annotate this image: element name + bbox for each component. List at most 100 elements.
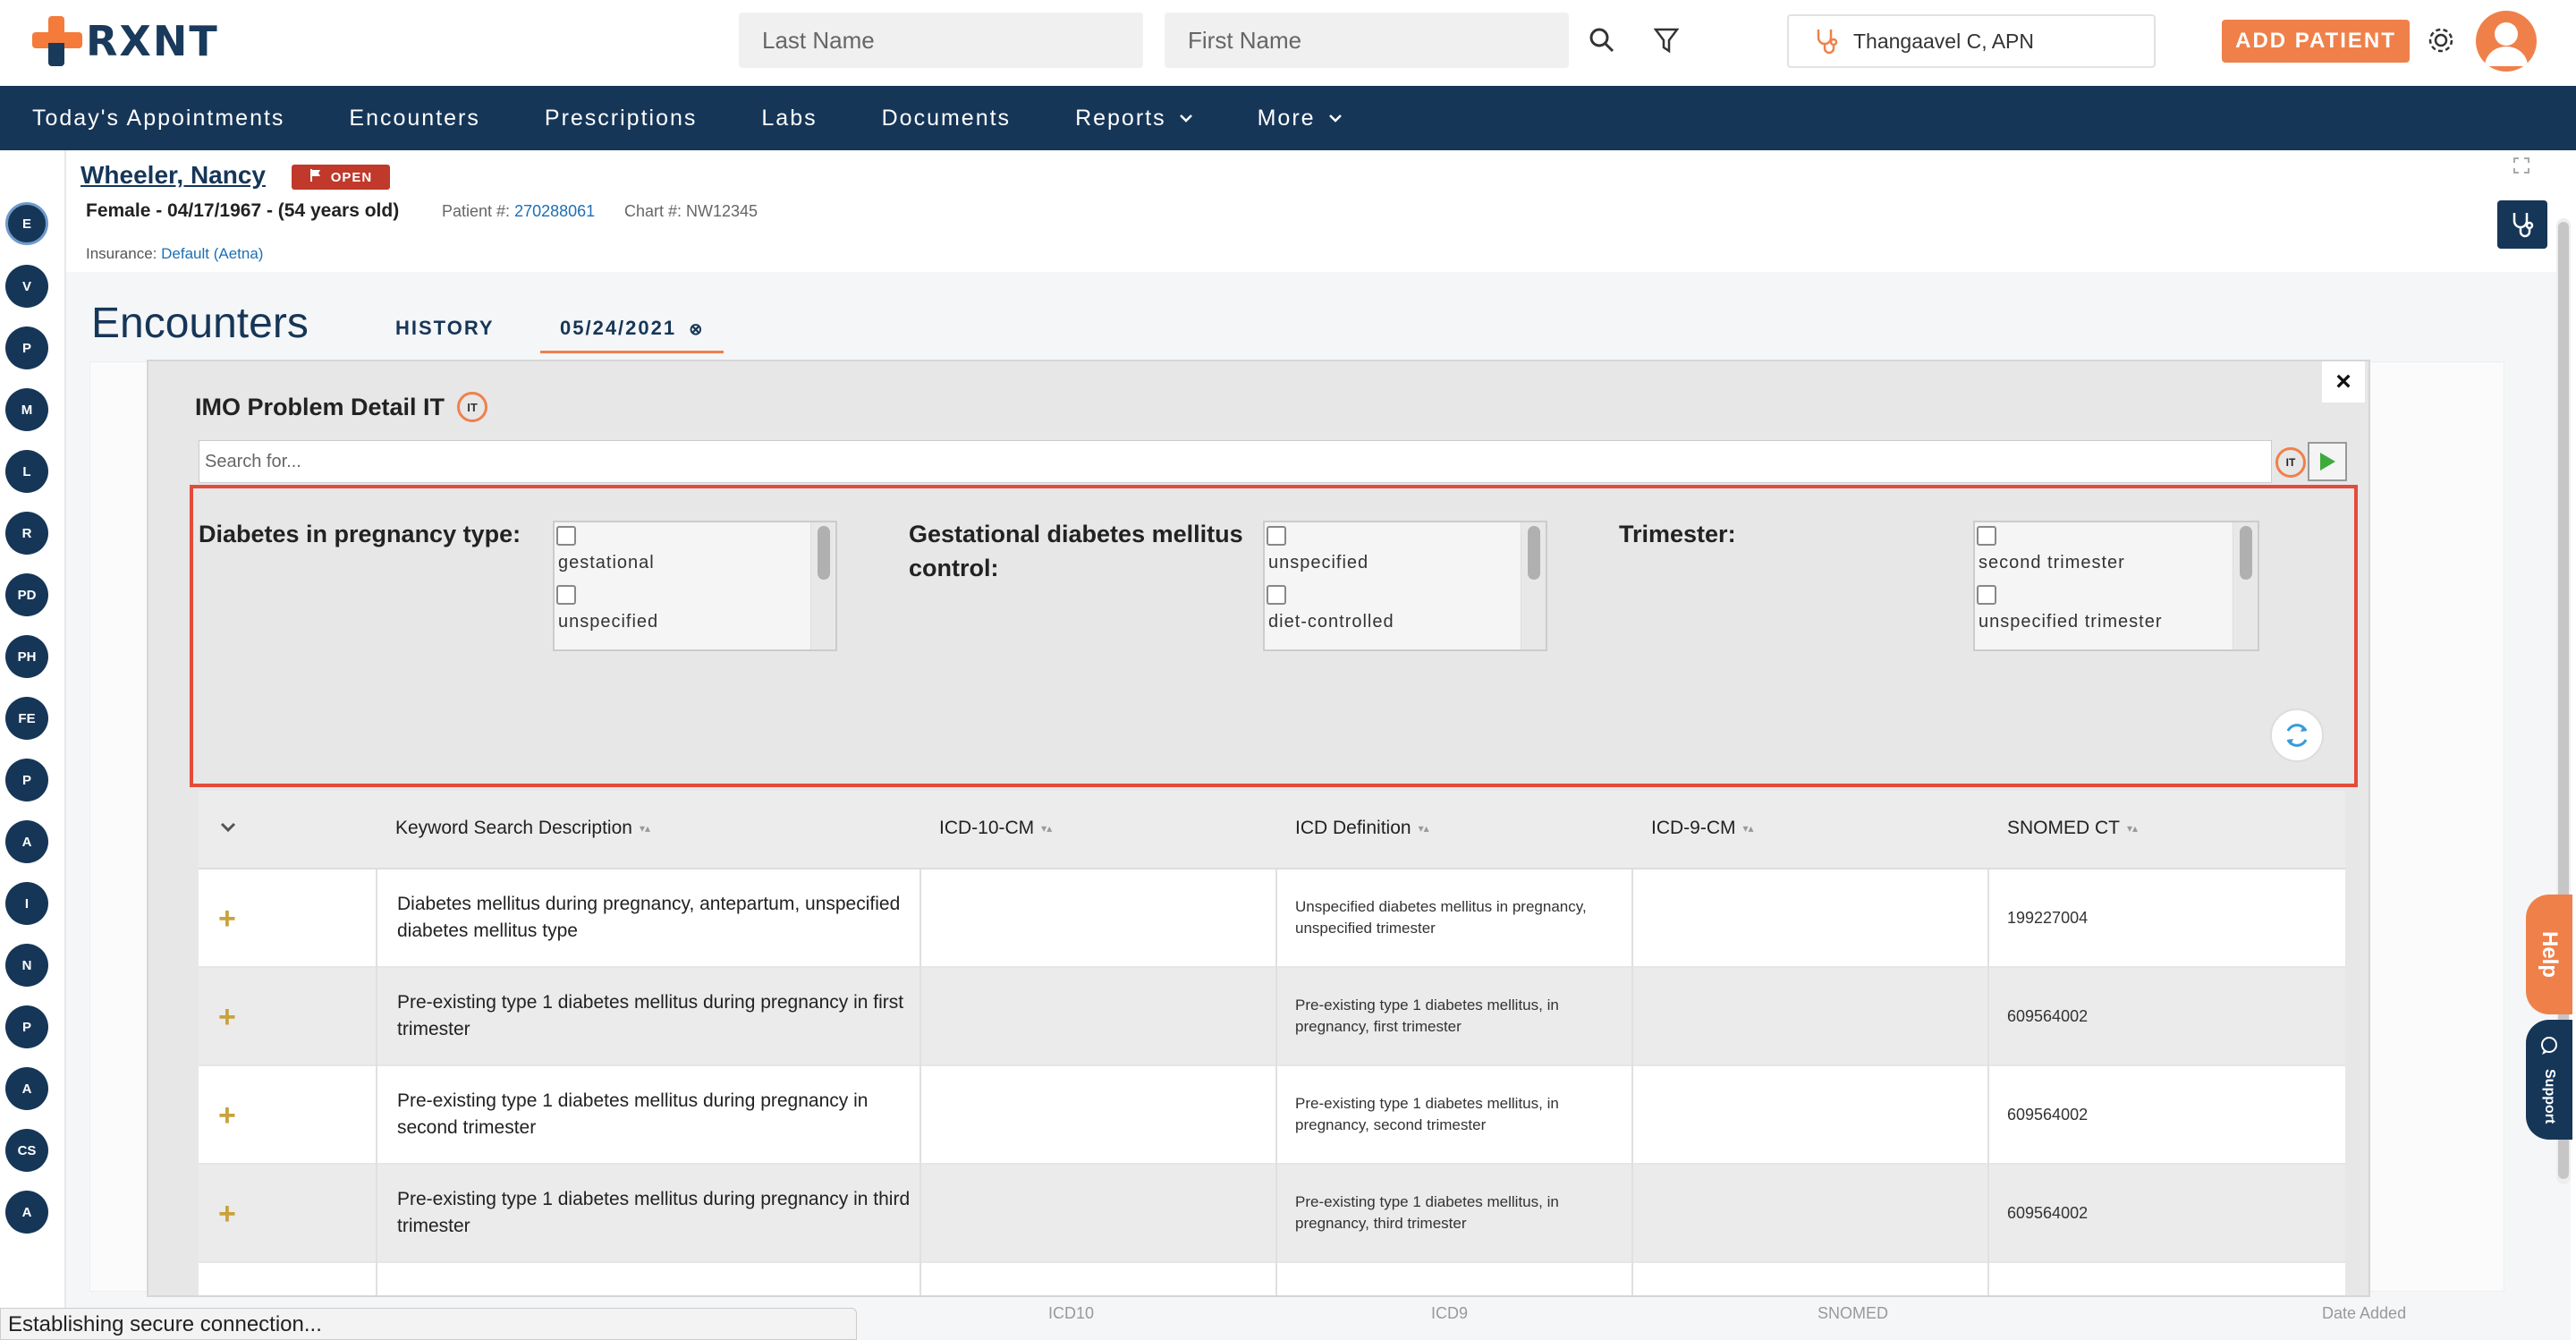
section-circle-label: R	[21, 525, 32, 541]
top-header: RXNT Thangaavel C, APN ADD PATIENT	[0, 0, 2576, 86]
section-circle[interactable]: R	[5, 512, 48, 555]
first-name-input[interactable]	[1165, 13, 1569, 68]
last-name-input[interactable]	[739, 13, 1143, 68]
column-header[interactable]: ICD Definition ▾▴	[1295, 818, 1429, 839]
add-icon[interactable]: +	[218, 1000, 236, 1035]
imo-results-table: Keyword Search Description ▾▴ ICD-10-CM ▾▴…	[199, 791, 2345, 1295]
sort-icon: ▾▴	[639, 822, 650, 835]
support-tab[interactable]: Support	[2526, 1020, 2572, 1140]
listbox-scrollbar[interactable]	[1521, 522, 1546, 649]
section-circle[interactable]: E	[5, 202, 48, 245]
option-checkbox[interactable]	[1977, 585, 1996, 605]
nav-reports[interactable]: Reports	[1075, 106, 1193, 131]
patient-demographics: Female - 04/17/1967 - (54 years old)	[86, 200, 400, 221]
stethoscope-icon	[2512, 213, 2534, 238]
section-circle[interactable]: P	[5, 759, 48, 801]
help-tab[interactable]: Help	[2526, 895, 2572, 1014]
nav-more[interactable]: More	[1258, 106, 1343, 131]
option-checkbox[interactable]	[556, 526, 576, 546]
section-circle[interactable]: M	[5, 388, 48, 431]
section-circle[interactable]: V	[5, 265, 48, 308]
table-row[interactable]: + Pre-existing type 1 diabetes mellitus …	[199, 1066, 2345, 1165]
option-checkbox[interactable]	[1267, 526, 1286, 546]
section-circle[interactable]: A	[5, 820, 48, 863]
tab-encounter-date[interactable]: 05/24/2021 ⊗	[540, 317, 724, 353]
rxnt-logo[interactable]: RXNT	[32, 14, 219, 68]
table-row[interactable]: + Pre-existing type 1 diabetes mellitus …	[199, 1165, 2345, 1263]
tab-history[interactable]: HISTORY	[395, 317, 495, 340]
section-circle[interactable]: A	[5, 1067, 48, 1110]
sort-icon: ▾▴	[1041, 822, 1053, 835]
add-icon[interactable]: +	[218, 1098, 236, 1133]
option-checkbox[interactable]	[1267, 585, 1286, 605]
column-header[interactable]: ICD-10-CM ▾▴	[939, 818, 1052, 839]
patient-number-link[interactable]: 270288061	[514, 202, 595, 220]
add-icon[interactable]: +	[218, 1197, 236, 1232]
column-header[interactable]: SNOMED CT ▾▴	[2007, 818, 2138, 839]
section-circle[interactable]: P	[5, 1005, 48, 1048]
expand-icon[interactable]	[2513, 157, 2529, 178]
search-icon[interactable]	[1581, 20, 1623, 61]
section-circle[interactable]: CS	[5, 1129, 48, 1172]
table-row[interactable]: + Diabetes mellitus during pregnancy, an…	[199, 869, 2345, 968]
nav-labs[interactable]: Labs	[761, 106, 817, 131]
option-label: second trimester	[1979, 553, 2125, 572]
diabetes-type-listbox[interactable]: gestational unspecified	[553, 521, 837, 651]
section-circle-label: I	[24, 895, 30, 912]
section-circle[interactable]: A	[5, 1191, 48, 1234]
icd-definition: Pre-existing type 1 diabetes mellitus, i…	[1295, 1095, 1559, 1133]
nav-label: Labs	[761, 105, 818, 131]
gear-icon[interactable]	[2420, 20, 2462, 61]
trimester-listbox[interactable]: second trimester unspecified trimester	[1973, 521, 2259, 651]
section-circle[interactable]: P	[5, 327, 48, 369]
table-row[interactable]	[199, 1263, 2345, 1295]
add-patient-button[interactable]: ADD PATIENT	[2222, 20, 2410, 63]
stethoscope-button[interactable]	[2497, 200, 2547, 249]
nav-label: Prescriptions	[544, 105, 698, 131]
option-label: unspecified	[558, 612, 659, 632]
table-header: Keyword Search Description ▾▴ ICD-10-CM ▾▴…	[199, 791, 2345, 869]
gdm-control-listbox[interactable]: unspecified diet-controlled	[1263, 521, 1547, 651]
nav-documents[interactable]: Documents	[882, 106, 1011, 131]
section-circle-label: PH	[17, 649, 37, 665]
patient-name-link[interactable]: Wheeler, Nancy	[80, 161, 266, 190]
section-circle[interactable]: N	[5, 944, 48, 987]
search-go-button[interactable]	[2308, 442, 2347, 481]
section-circle-label: A	[21, 1081, 32, 1097]
column-header-text: ICD-9-CM	[1651, 818, 1736, 838]
listbox-scrollbar[interactable]	[810, 522, 835, 649]
section-circle-label: M	[21, 402, 33, 418]
nav-prescriptions[interactable]: Prescriptions	[545, 106, 698, 131]
filter-icon[interactable]	[1646, 20, 1687, 61]
section-circle[interactable]: FE	[5, 697, 48, 740]
refresh-button[interactable]	[2270, 708, 2324, 762]
insurance-info: Insurance: Default (Aetna)	[86, 245, 263, 263]
nav-encounters[interactable]: Encounters	[349, 106, 479, 131]
section-circle[interactable]: L	[5, 450, 48, 493]
section-circle[interactable]: PH	[5, 635, 48, 678]
user-avatar[interactable]	[2476, 11, 2537, 72]
section-circle[interactable]: PD	[5, 573, 48, 616]
patient-number: Patient #: 270288061	[442, 202, 595, 221]
section-circle-label: A	[21, 834, 32, 850]
icd-definition: Pre-existing type 1 diabetes mellitus, i…	[1295, 997, 1559, 1035]
chevron-down-icon[interactable]	[220, 821, 236, 837]
table-row[interactable]: + Pre-existing type 1 diabetes mellitus …	[199, 968, 2345, 1066]
section-circle[interactable]: I	[5, 882, 48, 925]
imo-search-input[interactable]	[199, 440, 2272, 483]
provider-selector[interactable]: Thangaavel C, APN	[1787, 14, 2156, 68]
close-tab-icon[interactable]: ⊗	[689, 320, 704, 338]
close-modal-button[interactable]: ×	[2322, 361, 2365, 403]
listbox-scrollbar[interactable]	[2233, 522, 2258, 649]
option-checkbox[interactable]	[1977, 526, 1996, 546]
section-circle-label: L	[22, 463, 31, 479]
icd-definition: Unspecified diabetes mellitus in pregnan…	[1295, 898, 1587, 937]
sort-icon: ▾▴	[1742, 822, 1754, 835]
column-header[interactable]: Keyword Search Description ▾▴	[395, 818, 650, 839]
bottom-column-label: ICD10	[1048, 1304, 1095, 1322]
column-header[interactable]: ICD-9-CM ▾▴	[1651, 818, 1754, 839]
add-icon[interactable]: +	[218, 902, 236, 937]
insurance-link[interactable]: Default (Aetna)	[161, 245, 263, 262]
option-checkbox[interactable]	[556, 585, 576, 605]
nav-todays-appointments[interactable]: Today's Appointments	[32, 106, 284, 131]
